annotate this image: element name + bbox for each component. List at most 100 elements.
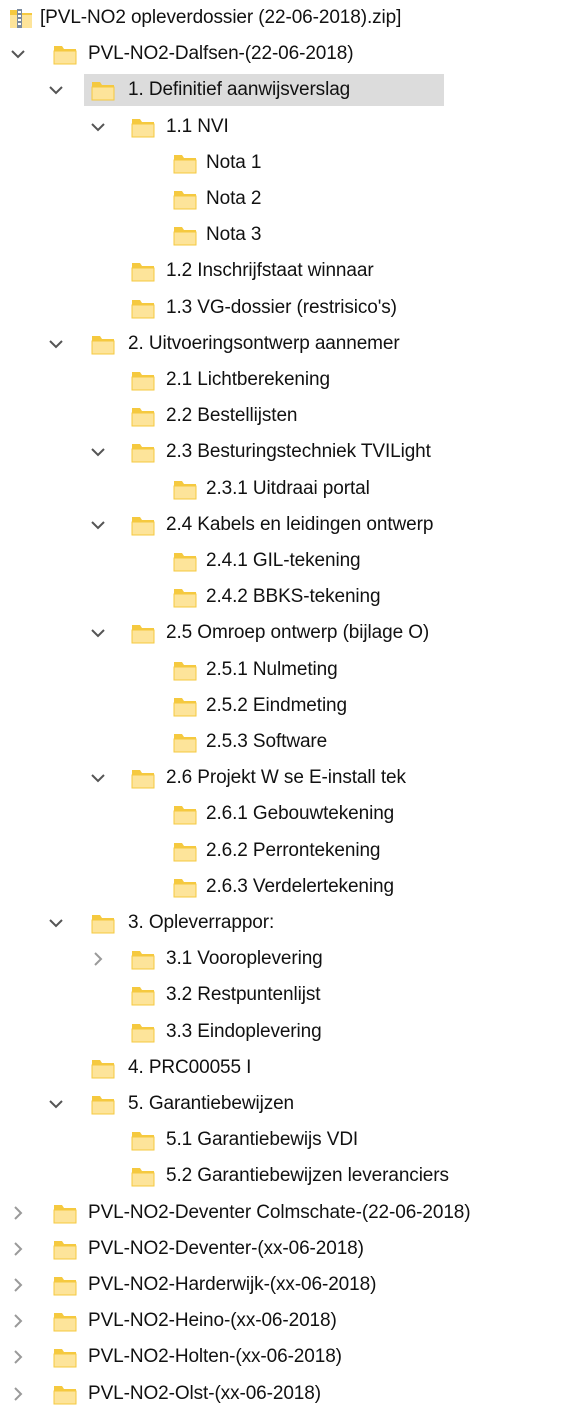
tree-item-label: 3.1 Vooroplevering <box>166 948 323 970</box>
folder-icon <box>52 1308 78 1334</box>
folder-icon <box>130 367 156 393</box>
tree-item-label: 2.3 Besturingstechniek TVILight <box>166 441 431 463</box>
chevron-right-icon[interactable] <box>8 1347 28 1367</box>
tree-item[interactable]: 1.3 VG-dossier (restrisico's) <box>0 290 570 326</box>
folder-icon <box>130 946 156 972</box>
tree-item[interactable]: 4. PRC00055 I <box>0 1050 570 1086</box>
tree-item-label: 2.5.1 Nulmeting <box>206 658 338 680</box>
folder-icon <box>130 439 156 465</box>
zip-archive-icon <box>8 5 34 31</box>
folder-icon <box>130 114 156 140</box>
tree-item[interactable]: 1. Definitief aanwijsverslag <box>0 72 570 108</box>
folder-icon <box>172 476 198 502</box>
tree-item-label: PVL-NO2-Holten-(xx-06-2018) <box>88 1346 342 1368</box>
tree-item[interactable]: PVL-NO2-Deventer-(xx-06-2018) <box>0 1231 570 1267</box>
tree-item[interactable]: 1.1 NVI <box>0 109 570 145</box>
tree-item-label: 2.6.1 Gebouwtekening <box>206 803 395 825</box>
tree-item-label: 2.5.2 Eindmeting <box>206 694 347 716</box>
folder-icon <box>172 150 198 176</box>
tree-item[interactable]: 2. Uitvoeringsontwerp aannemer <box>0 326 570 362</box>
folder-icon <box>52 1344 78 1370</box>
chevron-down-icon[interactable] <box>8 44 28 64</box>
tree-item-label: 1. Definitief aanwijsverslag <box>128 79 351 101</box>
folder-icon <box>90 331 116 357</box>
tree-item[interactable]: 3.1 Vooroplevering <box>0 941 570 977</box>
tree-item-label: 1.3 VG-dossier (restrisico's) <box>166 296 397 318</box>
tree-item[interactable]: Nota 2 <box>0 181 570 217</box>
folder-icon <box>90 1055 116 1081</box>
tree-item-label: 5.2 Garantiebewijzen leveranciers <box>166 1165 449 1187</box>
tree-item[interactable]: PVL-NO2-Heino-(xx-06-2018) <box>0 1303 570 1339</box>
folder-icon <box>52 1272 78 1298</box>
tree-item[interactable]: [PVL-NO2 opleverdossier (22-06-2018).zip… <box>0 0 570 36</box>
chevron-down-icon[interactable] <box>46 80 66 100</box>
tree-item-label: 2.6 Projekt W se E-install tek <box>166 767 406 789</box>
folder-icon <box>172 729 198 755</box>
folder-icon <box>130 1019 156 1045</box>
tree-item[interactable]: 2.5.3 Software <box>0 724 570 760</box>
chevron-down-icon[interactable] <box>46 1094 66 1114</box>
tree-item[interactable]: 3.2 Restpuntenlijst <box>0 977 570 1013</box>
tree-item-label: 2.5.3 Software <box>206 731 328 752</box>
tree-item[interactable]: 3. Opleverrappor: <box>0 905 570 941</box>
tree-item[interactable]: Nota 3 <box>0 217 570 253</box>
tree-item[interactable]: 1.2 Inschrijfstaat winnaar <box>0 253 570 289</box>
folder-icon <box>90 77 116 103</box>
chevron-down-icon[interactable] <box>88 623 108 643</box>
tree-item-label: 2. Uitvoeringsontwerp aannemer <box>128 332 400 354</box>
tree-item[interactable]: 2.6.3 Verdelertekening <box>0 869 570 905</box>
chevron-right-icon[interactable] <box>88 949 108 969</box>
tree-item[interactable]: 2.6 Projekt W se E-install tek <box>0 760 570 796</box>
tree-item[interactable]: 2.6.1 Gebouwtekening <box>0 796 570 832</box>
chevron-right-icon[interactable] <box>8 1203 28 1223</box>
folder-icon <box>172 548 198 574</box>
chevron-down-icon[interactable] <box>46 913 66 933</box>
chevron-down-icon[interactable] <box>88 768 108 788</box>
tree-item-label: PVL-NO2-Deventer-(xx-06-2018) <box>88 1237 364 1259</box>
tree-item[interactable]: 2.3 Besturingstechniek TVILight <box>0 434 570 470</box>
tree-item-label: 4. PRC00055 I <box>128 1056 252 1078</box>
tree-item-label: 2.6.2 Perrontekening <box>206 839 381 861</box>
tree-item-label: 2.3.1 Uitdraai portal <box>206 477 370 499</box>
tree-item[interactable]: 2.3.1 Uitdraai portal <box>0 471 570 507</box>
tree-item-label: 2.1 Lichtberekening <box>166 369 330 390</box>
tree-item-label: Nota 1 <box>206 151 262 173</box>
chevron-right-icon[interactable] <box>8 1239 28 1259</box>
folder-icon <box>130 1163 156 1189</box>
tree-item[interactable]: PVL-NO2-Dalfsen-(22-06-2018) <box>0 36 570 72</box>
tree-item[interactable]: 2.1 Lichtberekening <box>0 362 570 398</box>
tree-item-label: 3.2 Restpuntenlijst <box>166 984 321 1006</box>
tree-item[interactable]: PVL-NO2-Harderwijk-(xx-06-2018) <box>0 1267 570 1303</box>
tree-item[interactable]: 2.5 Omroep ontwerp (bijlage O) <box>0 615 570 651</box>
tree-item[interactable]: PVL-NO2-Deventer Colmschate-(22-06-2018) <box>0 1195 570 1231</box>
chevron-down-icon[interactable] <box>88 515 108 535</box>
tree-item[interactable]: 3.3 Eindoplevering <box>0 1014 570 1050</box>
tree-item[interactable]: 5.1 Garantiebewijs VDI <box>0 1122 570 1158</box>
chevron-right-icon[interactable] <box>8 1311 28 1331</box>
chevron-right-icon[interactable] <box>8 1384 28 1404</box>
tree-item[interactable]: 5. Garantiebewijzen <box>0 1086 570 1122</box>
tree-item[interactable]: PVL-NO2-Holten-(xx-06-2018) <box>0 1339 570 1375</box>
folder-icon <box>90 1091 116 1117</box>
chevron-down-icon[interactable] <box>88 117 108 137</box>
chevron-down-icon[interactable] <box>46 334 66 354</box>
folder-icon <box>130 982 156 1008</box>
folder-icon <box>172 584 198 610</box>
tree-item[interactable]: 2.5.1 Nulmeting <box>0 652 570 688</box>
tree-item[interactable]: 2.4 Kabels en leidingen ontwerp <box>0 507 570 543</box>
tree-item[interactable]: 2.4.1 GIL-tekening <box>0 543 570 579</box>
tree-item[interactable]: 2.2 Bestellijsten <box>0 398 570 434</box>
tree-item[interactable]: 2.6.2 Perrontekening <box>0 833 570 869</box>
tree-item-label: Nota 3 <box>206 224 262 246</box>
folder-icon <box>172 801 198 827</box>
tree-item[interactable]: 2.4.2 BBKS-tekening <box>0 579 570 615</box>
tree-item[interactable]: 2.5.2 Eindmeting <box>0 688 570 724</box>
tree-item-label: PVL-NO2-Dalfsen-(22-06-2018) <box>88 43 354 65</box>
tree-item[interactable]: PVL-NO2-Olst-(xx-06-2018) <box>0 1376 570 1412</box>
tree-item[interactable]: Nota 1 <box>0 145 570 181</box>
folder-icon <box>130 1127 156 1153</box>
chevron-right-icon[interactable] <box>8 1275 28 1295</box>
chevron-down-icon[interactable] <box>88 442 108 462</box>
tree-item[interactable]: 5.2 Garantiebewijzen leveranciers <box>0 1158 570 1194</box>
folder-icon <box>52 1381 78 1407</box>
